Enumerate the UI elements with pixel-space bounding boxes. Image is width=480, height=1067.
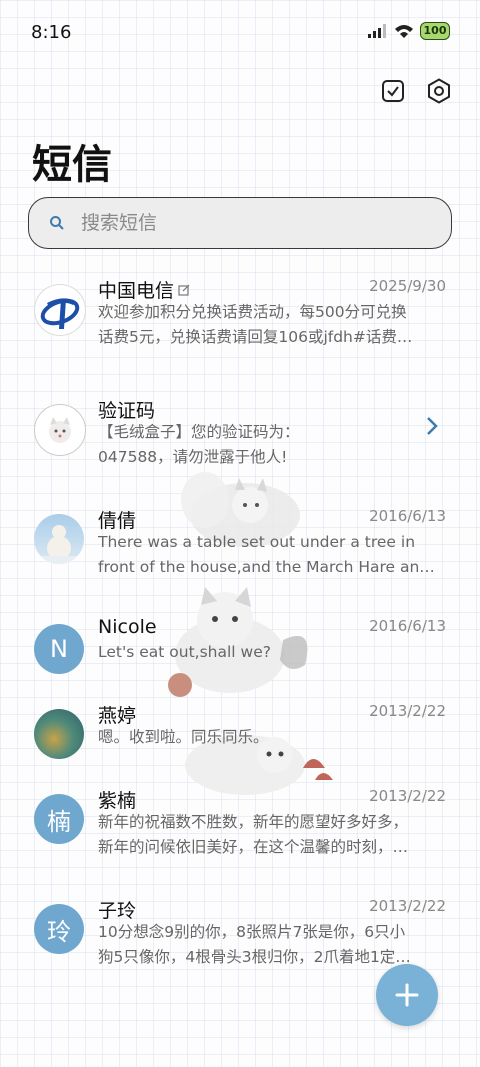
contact-name: Nicole xyxy=(98,616,157,638)
signal-icon xyxy=(368,24,386,38)
verification-avatar xyxy=(34,404,86,456)
conversation-item[interactable]: 楠 紫楠 2013/2/22 新年的祝福数不胜数，新年的愿望好多好多， 新年的问… xyxy=(0,787,480,894)
message-preview: 嗯。收到啦。同乐同乐。 xyxy=(98,725,443,750)
message-date: 2025/9/30 xyxy=(369,277,446,295)
preview-line: front of the house,and the March Hare an… xyxy=(98,558,435,576)
plus-icon xyxy=(395,983,419,1007)
photo-avatar xyxy=(34,709,84,759)
settings-icon xyxy=(428,78,450,104)
settings-button[interactable] xyxy=(426,78,452,104)
contact-name: 子玲 xyxy=(98,900,137,922)
message-preview: Let's eat out,shall we? xyxy=(98,640,443,665)
preview-line: Let's eat out,shall we? xyxy=(98,643,271,661)
letter-avatar: N xyxy=(34,624,84,674)
contact-name: 验证码 xyxy=(98,400,156,422)
preview-line: 新年的问候依旧美好，在这个温馨的时刻，… xyxy=(98,838,409,856)
conversation-item[interactable]: 验证码 【毛绒盒子】您的验证码为： 047588，请勿泄露于他人! xyxy=(0,400,480,504)
page-title: 短信 xyxy=(32,142,112,188)
status-time: 8:16 xyxy=(31,22,72,43)
conversation-item[interactable]: 倩倩 2016/6/13 There was a table set out u… xyxy=(0,507,480,614)
letter-avatar: 楠 xyxy=(34,794,84,844)
wifi-icon xyxy=(395,25,413,38)
china-telecom-logo-avatar xyxy=(34,284,86,336)
search-input[interactable] xyxy=(79,211,403,235)
message-preview: 【毛绒盒子】您的验证码为： 047588，请勿泄露于他人! xyxy=(98,420,443,470)
message-date: 2013/2/22 xyxy=(369,702,446,720)
message-preview: 欢迎参加积分兑换话费活动，每500分可兑换 话费5元，兑换话费请回复106或jf… xyxy=(98,300,443,350)
preview-line: 话费5元，兑换话费请回复106或jfdh#话费… xyxy=(98,328,413,346)
preview-line: 【毛绒盒子】您的验证码为： xyxy=(98,423,300,441)
preview-line: 嗯。收到啦。同乐同乐。 xyxy=(98,728,269,746)
message-preview: 10分想念9别的你，8张照片7张是你，6只小 狗5只像你，4根骨头3根归你，2爪… xyxy=(98,920,443,970)
message-date: 2016/6/13 xyxy=(369,507,446,525)
status-icons: 100 xyxy=(368,22,450,40)
preview-line: 10分想念9别的你，8张照片7张是你，6只小 xyxy=(98,923,406,941)
message-date: 2013/2/22 xyxy=(369,787,446,805)
edit-icon xyxy=(178,284,190,296)
message-preview: There was a table set out under a tree i… xyxy=(98,530,443,580)
contact-name: 紫楠 xyxy=(98,790,137,812)
preview-line: There was a table set out under a tree i… xyxy=(98,533,416,551)
message-date: 2013/2/22 xyxy=(369,897,446,915)
search-icon xyxy=(49,214,67,232)
battery-icon: 100 xyxy=(420,22,450,40)
conversation-item[interactable]: 中国电信 2025/9/30 欢迎参加积分兑换话费活动，每500分可兑换 话费5… xyxy=(0,277,480,384)
preview-line: 欢迎参加积分兑换话费活动，每500分可兑换 xyxy=(98,303,407,321)
search-bar[interactable] xyxy=(28,197,452,249)
contact-name: 燕婷 xyxy=(98,705,137,727)
preview-line: 新年的祝福数不胜数，新年的愿望好多好多， xyxy=(98,813,409,831)
contact-name-text: 中国电信 xyxy=(98,280,175,302)
message-preview: 新年的祝福数不胜数，新年的愿望好多好多， 新年的问候依旧美好，在这个温馨的时刻，… xyxy=(98,810,443,860)
contact-name: 倩倩 xyxy=(98,510,137,532)
preview-line: 狗5只像你，4根骨头3根归你，2爪着地1定… xyxy=(98,948,411,966)
polar-bear-photo-avatar xyxy=(34,514,84,564)
checkbox-icon xyxy=(382,80,404,102)
message-date: 2016/6/13 xyxy=(369,617,446,635)
chevron-right-icon[interactable] xyxy=(426,416,438,436)
top-actions xyxy=(380,78,452,104)
contact-name: 中国电信 xyxy=(98,276,190,303)
select-messages-button[interactable] xyxy=(380,78,406,104)
status-bar: 8:16 100 xyxy=(0,0,480,64)
preview-line: 047588，请勿泄露于他人! xyxy=(98,448,288,466)
letter-avatar: 玲 xyxy=(34,904,84,954)
compose-button[interactable] xyxy=(376,964,438,1026)
